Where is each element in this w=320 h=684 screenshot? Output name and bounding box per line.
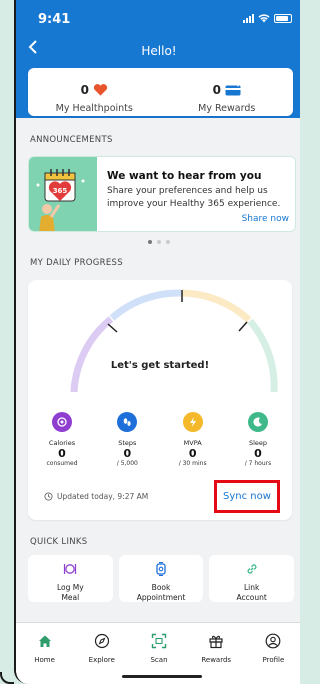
quick-link-label: Log My — [56, 583, 84, 592]
metric-name: Calories — [48, 439, 76, 447]
quick-link-label: Book — [151, 583, 171, 592]
rewards-summary-card: 0 My Healthpoints 0 My Rewards — [28, 68, 293, 116]
my-rewards-item[interactable]: 0 My Rewards — [161, 68, 294, 116]
quick-link-link-account[interactable]: Link Account — [209, 555, 295, 602]
daily-progress-heading: MY DAILY PROGRESS — [30, 258, 123, 268]
announcement-title: We want to hear from you — [107, 170, 262, 182]
metric-name: Sleep — [248, 439, 268, 447]
tab-label: Home — [34, 656, 55, 664]
carousel-dot[interactable] — [166, 240, 170, 244]
appointment-icon — [156, 561, 166, 577]
meal-icon — [64, 564, 77, 574]
metric-value: 0 — [254, 447, 262, 460]
scan-icon — [151, 633, 167, 649]
metric-calories[interactable]: Calories 0 consumed — [34, 412, 90, 467]
metrics-row: Calories 0 consumed Steps 0 / 5,000 MVPA… — [34, 412, 286, 467]
metric-name: MVPA — [183, 439, 202, 447]
metric-unit: / 7 hours — [244, 460, 272, 467]
compass-icon — [94, 633, 109, 649]
metric-value: 0 — [58, 447, 66, 460]
quick-links-heading: QUICK LINKS — [30, 537, 88, 547]
heart-icon — [93, 84, 108, 96]
status-time: 9:41 — [38, 12, 71, 27]
quick-link-label: Account — [236, 593, 267, 602]
app-header: 9:41 Hello! 0 My Healthpoints 0 My Rewar… — [16, 0, 300, 118]
metric-steps[interactable]: Steps 0 / 5,000 — [99, 412, 155, 467]
tab-home[interactable]: Home — [16, 623, 73, 684]
carousel-dot[interactable] — [157, 240, 161, 244]
gift-icon — [209, 635, 223, 649]
battery-icon — [274, 14, 292, 23]
tab-label: Profile — [262, 656, 285, 664]
announcements-heading: ANNOUNCEMENTS — [30, 135, 113, 145]
carousel-dot[interactable] — [148, 240, 152, 244]
progress-gauge — [70, 289, 278, 393]
wifi-icon — [258, 14, 270, 23]
calories-icon — [52, 412, 72, 432]
status-icons — [243, 14, 292, 23]
metric-unit: / 30 mins — [178, 460, 207, 467]
announcement-card[interactable]: 365 We want to hear from you Share your … — [28, 156, 296, 232]
page-title: Hello! — [141, 44, 177, 58]
metric-value: 0 — [188, 447, 197, 460]
quick-links-row: Log My Meal Book Appointment Link Accoun… — [28, 555, 295, 602]
home-icon — [38, 635, 51, 647]
quick-link-label: Link — [244, 583, 260, 592]
quick-link-label: Meal — [61, 593, 80, 602]
last-updated: Updated today, 9:27 AM — [44, 492, 148, 501]
device-corner — [0, 672, 14, 684]
link-icon — [247, 564, 257, 574]
profile-icon — [266, 633, 281, 649]
sync-now-button[interactable]: Sync now — [214, 480, 280, 513]
metric-name: Steps — [118, 439, 137, 447]
quick-link-log-meal[interactable]: Log My Meal — [28, 555, 113, 602]
healthpoints-item[interactable]: 0 My Healthpoints — [28, 68, 161, 116]
share-now-link[interactable]: Share now — [242, 214, 289, 224]
metric-sleep[interactable]: Sleep 0 / 7 hours — [230, 412, 286, 467]
metric-mvpa[interactable]: MVPA 0 / 30 mins — [165, 412, 221, 467]
metric-unit: consumed — [46, 460, 78, 467]
healthpoints-value: 0 — [80, 83, 89, 97]
signal-icon — [243, 14, 254, 23]
tab-label: Explore — [88, 656, 115, 664]
healthpoints-label: My Healthpoints — [55, 103, 133, 114]
steps-icon — [117, 412, 138, 432]
quick-link-label: Appointment — [136, 593, 186, 602]
daily-progress-card: Let's get started! Calories 0 consumed S… — [28, 280, 292, 520]
metric-value: 0 — [123, 447, 132, 460]
announcement-body: Share your preferences and help us impro… — [107, 186, 281, 209]
announcement-art-text: 365 — [52, 187, 68, 195]
metric-unit: / 5,000 — [116, 460, 138, 467]
announcement-illustration: 365 — [29, 157, 97, 231]
moon-icon — [247, 412, 268, 432]
last-updated-text: Updated today, 9:27 AM — [57, 492, 149, 501]
rewards-card-icon — [225, 84, 241, 95]
clock-icon — [44, 492, 53, 501]
rewards-label: My Rewards — [198, 103, 256, 114]
rewards-value: 0 — [212, 83, 221, 97]
carousel-dots — [16, 240, 300, 244]
gauge-label: Let's get started! — [110, 360, 210, 371]
tab-label: Scan — [150, 656, 168, 664]
lightning-icon — [182, 412, 203, 432]
tab-profile[interactable]: Profile — [245, 623, 300, 684]
quick-link-book-appointment[interactable]: Book Appointment — [118, 555, 204, 602]
home-indicator — [122, 675, 202, 678]
tab-label: Rewards — [201, 656, 232, 664]
phone-screen: 9:41 Hello! 0 My Healthpoints 0 My Rewar… — [14, 0, 300, 684]
